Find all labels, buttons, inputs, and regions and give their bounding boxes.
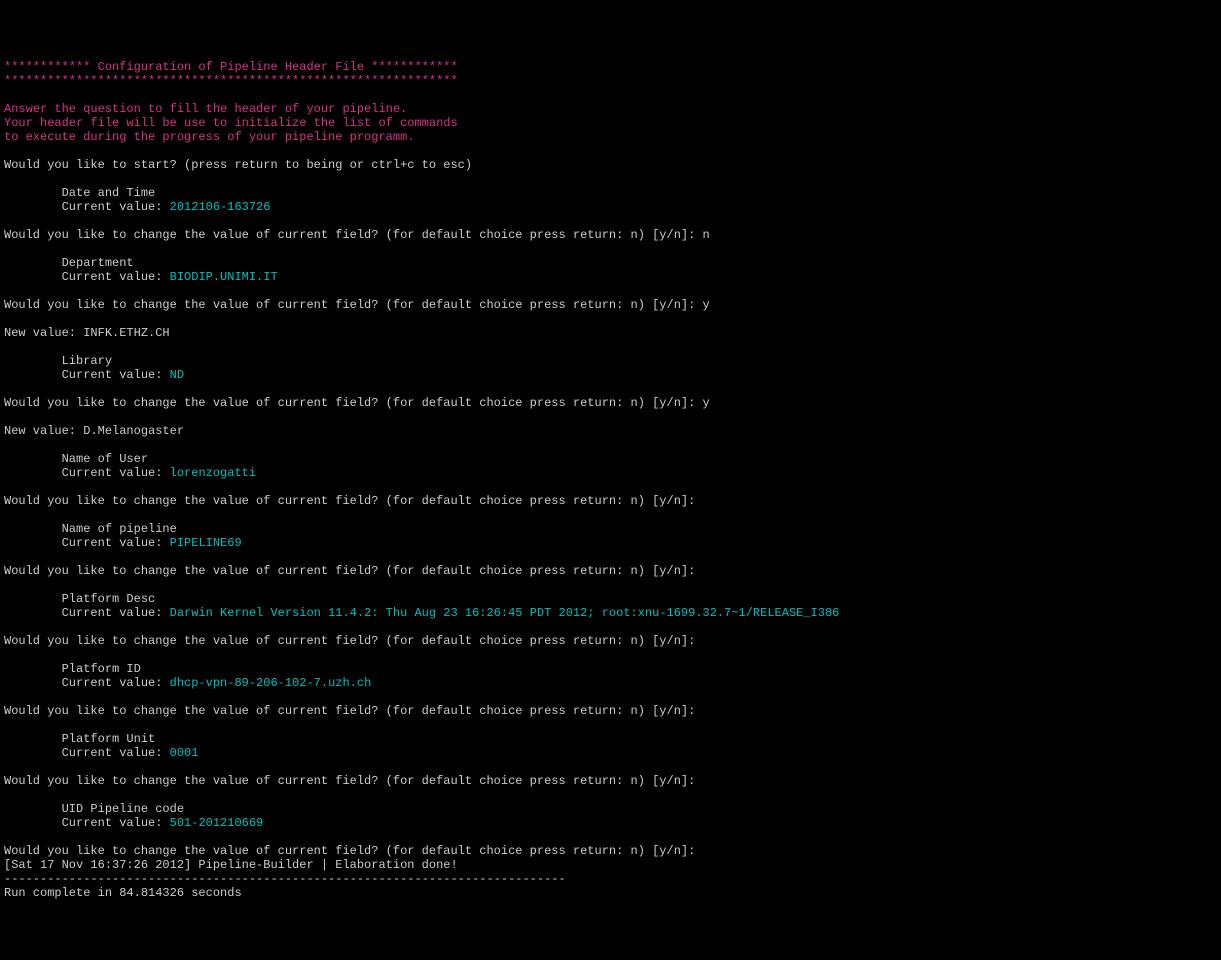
- field-value-pipeline: PIPELINE69: [170, 536, 242, 550]
- indent: [4, 802, 62, 816]
- field-label-pdesc: Platform Desc: [62, 592, 156, 606]
- indent: [4, 746, 62, 760]
- cv-label: Current value:: [62, 746, 170, 760]
- field-label-user: Name of User: [62, 452, 148, 466]
- indent: [4, 732, 62, 746]
- cv-label: Current value:: [62, 200, 170, 214]
- cv-label: Current value:: [62, 368, 170, 382]
- indent: [4, 354, 62, 368]
- field-label-punit: Platform Unit: [62, 732, 156, 746]
- cv-label: Current value:: [62, 676, 170, 690]
- change-prompt[interactable]: Would you like to change the value of cu…: [4, 298, 695, 312]
- change-prompt[interactable]: Would you like to change the value of cu…: [4, 704, 695, 718]
- field-value-user: lorenzogatti: [170, 466, 256, 480]
- cv-label: Current value:: [62, 270, 170, 284]
- indent: [4, 662, 62, 676]
- cv-label: Current value:: [62, 606, 170, 620]
- newval-library: D.Melanogaster: [83, 424, 184, 438]
- header-line-1: ************ Configuration of Pipeline H…: [4, 60, 458, 74]
- field-label-library: Library: [62, 354, 112, 368]
- field-label-uid: UID Pipeline code: [62, 802, 184, 816]
- cv-label: Current value:: [62, 816, 170, 830]
- nv-label: New value:: [4, 326, 83, 340]
- field-value-datetime: 2012106-163726: [170, 200, 271, 214]
- change-prompt[interactable]: Would you like to change the value of cu…: [4, 774, 695, 788]
- header-blurb-2: Your header file will be use to initiali…: [4, 116, 458, 130]
- indent: [4, 452, 62, 466]
- answer-dept: y: [695, 298, 709, 312]
- field-value-uid: 501-201210669: [170, 816, 264, 830]
- nv-label: New value:: [4, 424, 83, 438]
- footer-hr: ----------------------------------------…: [4, 872, 566, 886]
- field-label-datetime: Date and Time: [62, 186, 156, 200]
- indent: [4, 676, 62, 690]
- indent: [4, 522, 62, 536]
- indent: [4, 592, 62, 606]
- change-prompt[interactable]: Would you like to change the value of cu…: [4, 396, 695, 410]
- newval-dept: INFK.ETHZ.CH: [83, 326, 169, 340]
- header-line-2: ****************************************…: [4, 74, 458, 88]
- indent: [4, 536, 62, 550]
- start-prompt: Would you like to start? (press return t…: [4, 158, 472, 172]
- field-value-pdesc: Darwin Kernel Version 11.4.2: Thu Aug 23…: [170, 606, 840, 620]
- cv-label: Current value:: [62, 466, 170, 480]
- field-value-library: ND: [170, 368, 184, 382]
- indent: [4, 256, 62, 270]
- change-prompt[interactable]: Would you like to change the value of cu…: [4, 634, 695, 648]
- indent: [4, 270, 62, 284]
- footer-done: [Sat 17 Nov 16:37:26 2012] Pipeline-Buil…: [4, 858, 458, 872]
- header-blurb-3: to execute during the progress of your p…: [4, 130, 414, 144]
- field-value-punit: 0001: [170, 746, 199, 760]
- field-value-dept: BIODIP.UNIMI.IT: [170, 270, 278, 284]
- field-label-pipeline: Name of pipeline: [62, 522, 177, 536]
- footer-run: Run complete in 84.814326 seconds: [4, 886, 242, 900]
- cv-label: Current value:: [62, 536, 170, 550]
- indent: [4, 816, 62, 830]
- indent: [4, 466, 62, 480]
- field-label-pid: Platform ID: [62, 662, 141, 676]
- answer-library: y: [695, 396, 709, 410]
- change-prompt[interactable]: Would you like to change the value of cu…: [4, 494, 695, 508]
- indent: [4, 606, 62, 620]
- header-blurb-1: Answer the question to fill the header o…: [4, 102, 407, 116]
- indent: [4, 200, 62, 214]
- indent: [4, 368, 62, 382]
- indent: [4, 186, 62, 200]
- change-prompt[interactable]: Would you like to change the value of cu…: [4, 564, 695, 578]
- change-prompt[interactable]: Would you like to change the value of cu…: [4, 228, 695, 242]
- field-label-dept: Department: [62, 256, 134, 270]
- field-value-pid: dhcp-vpn-89-206-102-7.uzh.ch: [170, 676, 372, 690]
- answer-datetime: n: [695, 228, 709, 242]
